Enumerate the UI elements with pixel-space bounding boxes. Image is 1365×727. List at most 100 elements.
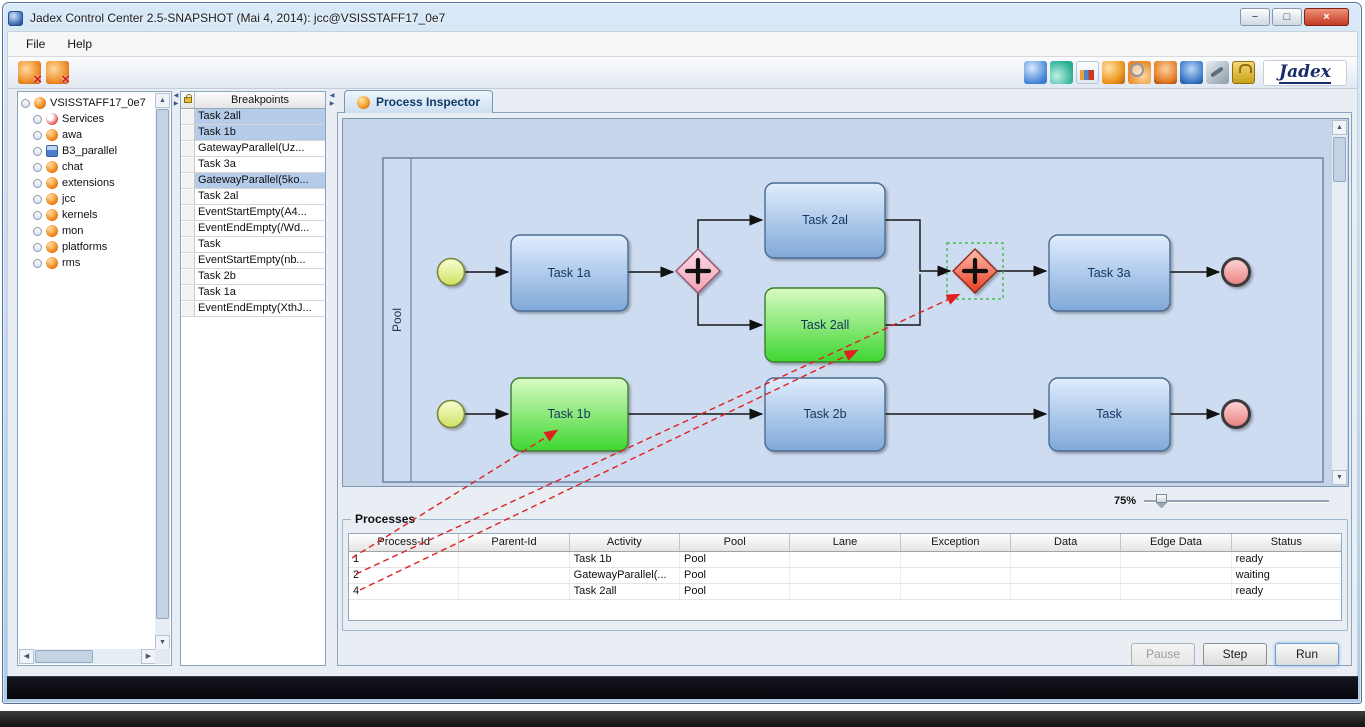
tree-item-chat[interactable]: chat (18, 159, 171, 175)
breakpoint-checkbox[interactable] (181, 157, 195, 172)
column-header[interactable]: Lane (790, 534, 900, 551)
process-cell[interactable] (901, 584, 1011, 599)
tree-item-services[interactable]: Services (18, 111, 171, 127)
process-cell[interactable]: Pool (680, 552, 790, 567)
column-header[interactable]: Activity (570, 534, 680, 551)
breakpoint-checkbox[interactable] (181, 125, 195, 140)
zoom-slider-track[interactable] (1144, 500, 1329, 502)
breakpoint-row[interactable]: Task 2all (181, 109, 325, 125)
breakpoint-row[interactable]: Task 2b (181, 269, 325, 285)
breakpoint-checkbox[interactable] (181, 237, 195, 252)
breakpoint-checkbox[interactable] (181, 221, 195, 236)
breakpoint-row[interactable]: GatewayParallel(Uz... (181, 141, 325, 157)
zoom-slider-thumb[interactable] (1156, 494, 1167, 503)
collapse-right-icon[interactable]: ▶ (172, 101, 180, 108)
process-cell[interactable] (1011, 584, 1121, 599)
bpmn-canvas[interactable]: Pool (344, 120, 1333, 485)
column-header[interactable]: Pool (680, 534, 790, 551)
column-header[interactable]: Status (1232, 534, 1341, 551)
breakpoint-row[interactable]: Task 1a (181, 285, 325, 301)
tree-item-kernels[interactable]: kernels (18, 207, 171, 223)
process-cell[interactable] (901, 552, 1011, 567)
process-cell[interactable] (790, 568, 900, 583)
collapse-left-icon[interactable]: ◀ (172, 93, 180, 100)
menu-help[interactable]: Help (57, 34, 102, 54)
scroll-down-icon[interactable]: ▼ (155, 635, 170, 650)
conversation-icon[interactable] (1180, 61, 1203, 84)
tree-expand-handle-icon[interactable] (33, 163, 42, 172)
tree-item-platforms[interactable]: platforms (18, 239, 171, 255)
scroll-left-icon[interactable]: ◀ (19, 649, 34, 664)
scrollbar-thumb[interactable] (1333, 137, 1346, 182)
breakpoint-row[interactable]: EventStartEmpty(nb... (181, 253, 325, 269)
process-cell[interactable] (1011, 568, 1121, 583)
collapse-right-icon[interactable]: ▶ (328, 101, 336, 108)
tree-item-rms[interactable]: rms (18, 255, 171, 271)
process-cell[interactable] (1121, 584, 1231, 599)
run-button[interactable]: Run (1275, 643, 1339, 666)
breakpoint-checkbox[interactable] (181, 173, 195, 188)
breakpoint-row[interactable]: EventStartEmpty(A4... (181, 205, 325, 221)
column-header[interactable]: Parent-Id (459, 534, 569, 551)
process-cell[interactable]: GatewayParallel(... (570, 568, 680, 583)
breakpoint-checkbox[interactable] (181, 285, 195, 300)
tree-expand-handle-icon[interactable] (33, 195, 42, 204)
tab-process-inspector[interactable]: Process Inspector (344, 90, 493, 113)
process-cell[interactable] (459, 584, 569, 599)
scrollbar-thumb[interactable] (35, 650, 93, 663)
tree-expand-handle-icon[interactable] (33, 147, 42, 156)
end-event-1[interactable] (1223, 259, 1250, 286)
process-cell[interactable]: ready (1232, 584, 1341, 599)
collapse-left-icon[interactable]: ◀ (328, 93, 336, 100)
process-cell[interactable] (1121, 552, 1231, 567)
zoom-slider[interactable] (1144, 493, 1329, 509)
tree-item-b3-parallel[interactable]: B3_parallel (18, 143, 171, 159)
tree-vertical-scrollbar[interactable]: ▲ ▼ (155, 93, 170, 650)
tree-item-mon[interactable]: mon (18, 223, 171, 239)
tree-item-awa[interactable]: awa (18, 127, 171, 143)
minimize-button[interactable]: − (1240, 8, 1270, 26)
lock-icon[interactable] (1232, 61, 1255, 84)
breakpoint-checkbox[interactable] (181, 205, 195, 220)
end-event-2[interactable] (1223, 401, 1250, 428)
process-cell[interactable]: 2 (349, 568, 459, 583)
process-cell[interactable] (790, 552, 900, 567)
scroll-up-icon[interactable]: ▲ (155, 93, 170, 108)
breakpoint-checkbox[interactable] (181, 301, 195, 316)
tree-item-jcc[interactable]: jcc (18, 191, 171, 207)
breakpoint-row[interactable]: GatewayParallel(5ko... (181, 173, 325, 189)
column-header[interactable]: Process-Id (349, 534, 459, 551)
breakpoint-row[interactable]: Task 1b (181, 125, 325, 141)
diagram-vertical-scrollbar[interactable]: ▲ ▼ (1332, 120, 1347, 485)
close-button[interactable]: × (1304, 8, 1349, 26)
process-row[interactable]: 2 GatewayParallel(... Pool waiting (349, 568, 1341, 584)
kill-platform-icon[interactable] (46, 61, 69, 84)
breakpoint-row[interactable]: Task 2al (181, 189, 325, 205)
splitter-1[interactable]: ◀ ▶ (172, 93, 180, 108)
process-cell[interactable] (459, 568, 569, 583)
process-cell[interactable]: Task 2all (570, 584, 680, 599)
process-cell[interactable] (901, 568, 1011, 583)
start-event-2[interactable] (438, 401, 465, 428)
pause-button[interactable]: Pause (1131, 643, 1195, 666)
column-header[interactable]: Exception (901, 534, 1011, 551)
tree-expand-handle-icon[interactable] (33, 227, 42, 236)
breakpoint-row[interactable]: EventEndEmpty(/Wd... (181, 221, 325, 237)
process-cell[interactable] (1011, 552, 1121, 567)
processes-table[interactable]: Process-Id Parent-Id Activity Pool Lane … (348, 533, 1342, 621)
scroll-up-icon[interactable]: ▲ (1332, 120, 1347, 135)
chart-pencil-icon[interactable] (1076, 61, 1099, 84)
breakpoint-row[interactable]: Task 3a (181, 157, 325, 173)
process-cell[interactable]: Pool (680, 568, 790, 583)
awareness-icon[interactable] (1050, 61, 1073, 84)
process-cell[interactable]: ready (1232, 552, 1341, 567)
tree-expand-handle-icon[interactable] (21, 99, 30, 108)
breakpoint-row[interactable]: EventEndEmpty(XthJ... (181, 301, 325, 317)
breakpoint-row[interactable]: Task (181, 237, 325, 253)
breakpoint-checkbox[interactable] (181, 269, 195, 284)
tree-expand-handle-icon[interactable] (33, 259, 42, 268)
titlebar[interactable]: Jadex Control Center 2.5-SNAPSHOT (Mai 4… (8, 7, 1356, 29)
maximize-button[interactable]: □ (1272, 8, 1302, 26)
tree-horizontal-scrollbar[interactable]: ◀ ▶ (19, 649, 156, 664)
new-platform-icon[interactable] (18, 61, 41, 84)
